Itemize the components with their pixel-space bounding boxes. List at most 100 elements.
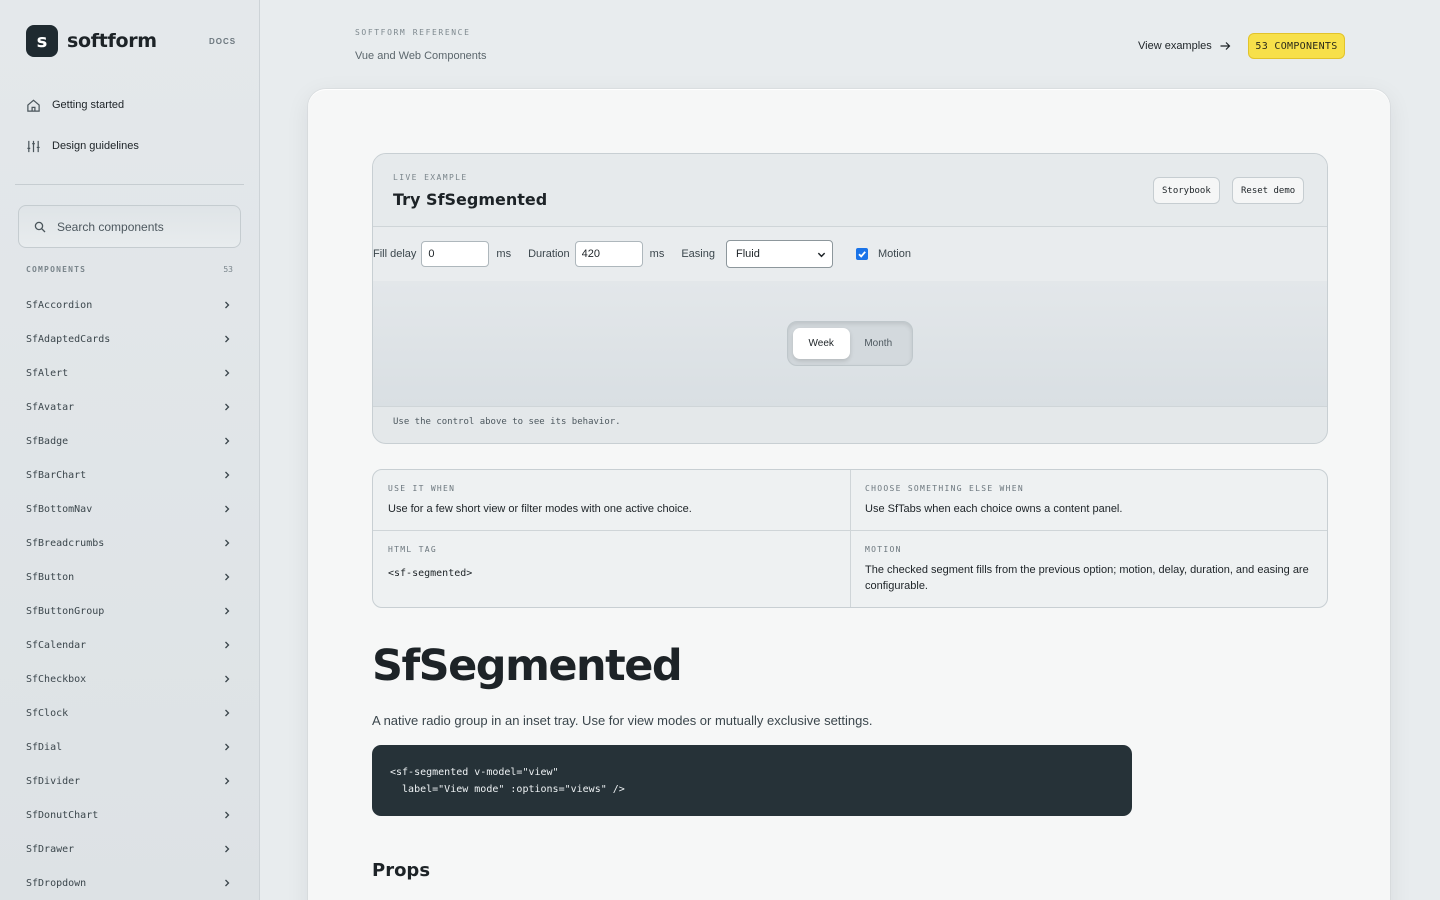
sidebar-item-sfaccordion[interactable]: SfAccordion: [26, 288, 233, 322]
sidebar-item-sfclock[interactable]: SfClock: [26, 696, 233, 730]
chevron-right-icon: [225, 811, 230, 819]
sidebar-item-sfbutton[interactable]: SfButton: [26, 560, 233, 594]
sidebar-item-sfcalendar[interactable]: SfCalendar: [26, 628, 233, 662]
code-example: <sf-segmented v-model="view" label="View…: [372, 745, 1132, 816]
sidebar-item-sfdropdown[interactable]: SfDropdown: [26, 866, 233, 900]
storybook-button[interactable]: Storybook: [1153, 177, 1220, 204]
brand[interactable]: s softform: [26, 25, 157, 57]
sidebar-item-sfcheckbox[interactable]: SfCheckbox: [26, 662, 233, 696]
sidebar-item-label: SfClock: [26, 707, 69, 719]
demo-stage: Week Month: [373, 281, 1327, 407]
sidebar-item-label: SfButton: [26, 571, 75, 583]
motion-cell: MOTION The checked segment fills from th…: [850, 531, 1327, 594]
primary-nav: Getting started Design guidelines: [26, 95, 243, 177]
nav-getting-started-label: Getting started: [52, 99, 125, 111]
use-when-cell: USE IT WHEN Use for a few short view or …: [373, 470, 850, 517]
search-icon: [34, 221, 46, 232]
easing-label: Easing: [681, 248, 715, 260]
chevron-right-icon: [225, 709, 230, 717]
html-tag-key: HTML TAG: [388, 545, 437, 554]
use-when-key: USE IT WHEN: [388, 484, 456, 493]
chevron-right-icon: [225, 539, 230, 547]
sidebar-item-sfbreadcrumbs[interactable]: SfBreadcrumbs: [26, 526, 233, 560]
chevron-right-icon: [225, 845, 230, 853]
view-examples-link[interactable]: View examples: [1138, 40, 1231, 52]
sidebar-item-sfdial[interactable]: SfDial: [26, 730, 233, 764]
props-heading: Props: [372, 860, 431, 881]
chevron-right-icon: [225, 471, 230, 479]
sidebar-item-sfadaptedcards[interactable]: SfAdaptedCards: [26, 322, 233, 356]
header-kicker: SOFTFORM REFERENCE: [355, 28, 471, 37]
check-icon: [858, 251, 866, 258]
chevron-right-icon: [225, 607, 230, 615]
live-example-title: Try SfSegmented: [393, 190, 548, 209]
chevron-right-icon: [225, 675, 230, 683]
easing-select[interactable]: Fluid: [725, 240, 833, 268]
header-subtitle: Vue and Web Components: [355, 50, 487, 62]
sidebar-item-sfbarchart[interactable]: SfBarChart: [26, 458, 233, 492]
motion-checkbox[interactable]: [855, 248, 868, 260]
sidebar-item-sfbuttongroup[interactable]: SfButtonGroup: [26, 594, 233, 628]
search-box[interactable]: [18, 205, 241, 248]
sidebar-item-sfbottomnav[interactable]: SfBottomNav: [26, 492, 233, 526]
search-input[interactable]: [57, 219, 227, 234]
sidebar-item-sfavatar[interactable]: SfAvatar: [26, 390, 233, 424]
page-title: SfSegmented: [372, 641, 683, 691]
sidebar-divider: [15, 184, 244, 185]
use-when-value: Use for a few short view or filter modes…: [388, 503, 692, 515]
sidebar-item-label: SfAdaptedCards: [26, 333, 111, 345]
sidebar-item-label: SfButtonGroup: [26, 605, 105, 617]
nav-design-guidelines[interactable]: Design guidelines: [26, 136, 243, 156]
reset-demo-button[interactable]: Reset demo: [1232, 177, 1305, 204]
sidebar-item-label: SfDrawer: [26, 843, 75, 855]
main-content: LIVE EXAMPLE Try SfSegmented Storybook R…: [308, 89, 1390, 900]
live-example: LIVE EXAMPLE Try SfSegmented Storybook R…: [372, 153, 1328, 444]
chevron-right-icon: [225, 505, 230, 513]
components-heading-label: COMPONENTS: [26, 265, 87, 274]
sidebar-item-label: SfAlert: [26, 367, 69, 379]
sidebar-item-sfdonutchart[interactable]: SfDonutChart: [26, 798, 233, 832]
sidebar-item-label: SfCalendar: [26, 639, 87, 651]
duration-label: Duration: [528, 248, 570, 260]
live-example-kicker: LIVE EXAMPLE: [393, 173, 468, 182]
brand-name: softform: [67, 30, 157, 52]
live-example-header: LIVE EXAMPLE Try SfSegmented Storybook R…: [373, 154, 1327, 227]
fill-delay-label: Fill delay: [373, 248, 417, 260]
segment-month[interactable]: Month: [850, 328, 908, 359]
chevron-right-icon: [225, 403, 230, 411]
components-list: SfAccordion SfAdaptedCards SfAlert SfAvatar…: [26, 288, 233, 900]
segment-week[interactable]: Week: [793, 328, 850, 359]
fill-delay-input[interactable]: [421, 241, 490, 267]
sidebar-item-sfdivider[interactable]: SfDivider: [26, 764, 233, 798]
chevron-right-icon: [225, 369, 230, 377]
arrow-right-icon: [1220, 42, 1231, 50]
nav-getting-started[interactable]: Getting started: [26, 95, 243, 115]
segmented-control: Week Month: [787, 321, 913, 366]
sidebar-item-sfdrawer[interactable]: SfDrawer: [26, 832, 233, 866]
sidebar-item-sfbadge[interactable]: SfBadge: [26, 424, 233, 458]
html-tag-cell: HTML TAG <sf-segmented>: [373, 531, 850, 582]
chevron-right-icon: [225, 777, 230, 785]
page-description: A native radio group in an inset tray. U…: [372, 713, 873, 728]
view-examples-label: View examples: [1138, 40, 1212, 52]
easing-select-value: Fluid: [735, 248, 760, 260]
duration-unit: ms: [649, 248, 665, 260]
nav-design-guidelines-label: Design guidelines: [52, 140, 139, 152]
components-heading: COMPONENTS 53: [26, 265, 233, 274]
choose-else-key: CHOOSE SOMETHING ELSE WHEN: [865, 484, 1025, 493]
sidebar-item-label: SfCheckbox: [26, 673, 87, 685]
chevron-right-icon: [225, 743, 230, 751]
sidebar-item-label: SfBadge: [26, 435, 69, 447]
chevron-right-icon: [225, 879, 230, 887]
motion-label: Motion: [877, 248, 911, 260]
sidebar-item-label: SfDial: [26, 741, 63, 753]
chevron-right-icon: [225, 335, 230, 343]
motion-key: MOTION: [865, 545, 902, 554]
chevron-down-icon: [817, 252, 826, 257]
components-count-badge: 53 COMPONENTS: [1248, 33, 1345, 59]
html-tag-value: <sf-segmented>: [388, 568, 473, 579]
sidebar-item-sfalert[interactable]: SfAlert: [26, 356, 233, 390]
duration-input[interactable]: [574, 241, 643, 267]
choose-else-cell: CHOOSE SOMETHING ELSE WHEN Use SfTabs wh…: [850, 470, 1327, 517]
sidebar-item-label: SfAccordion: [26, 299, 93, 311]
